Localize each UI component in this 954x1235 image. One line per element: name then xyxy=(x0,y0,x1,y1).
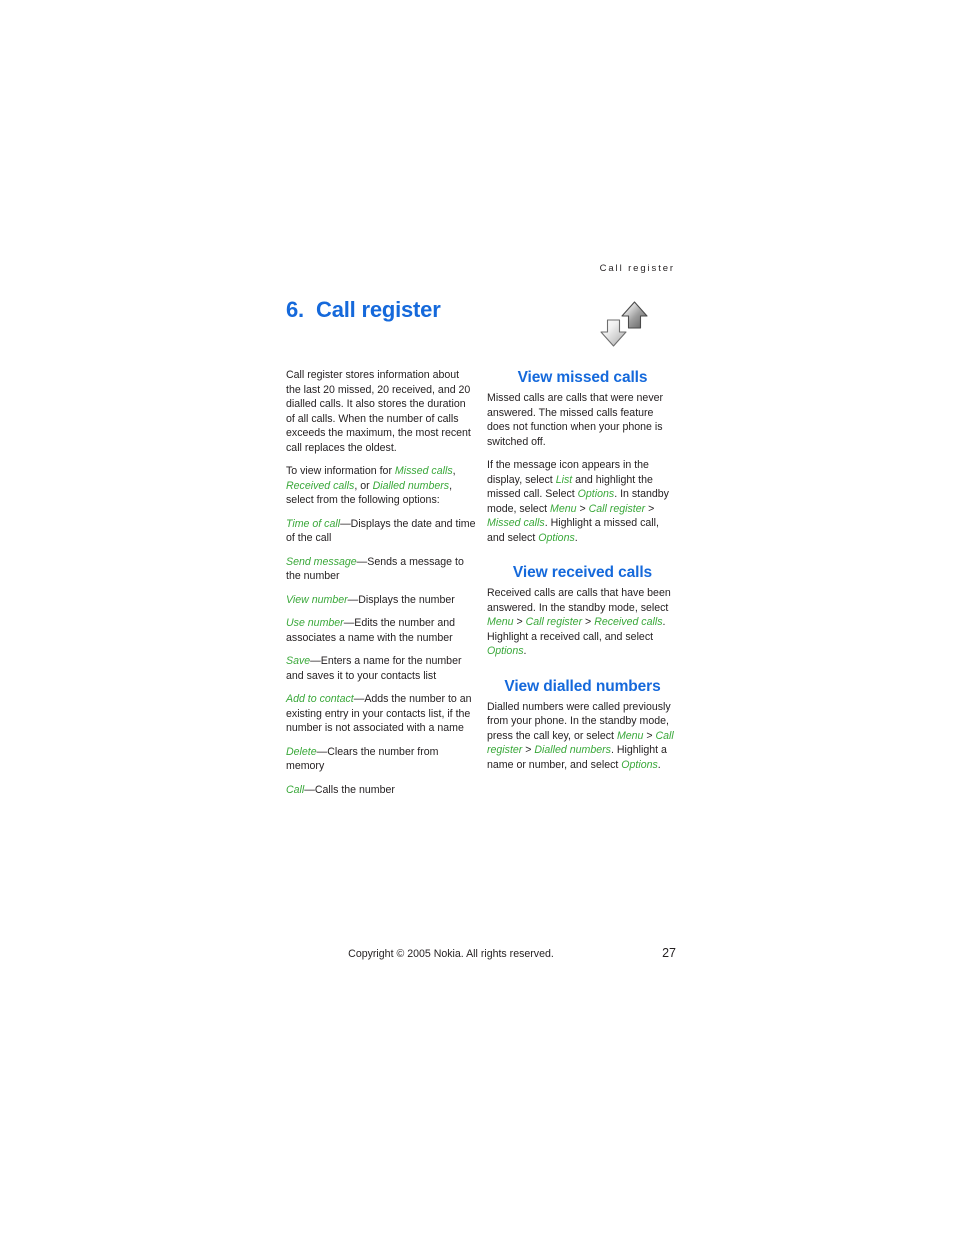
term-call-register: Call register xyxy=(588,502,646,515)
term-menu: Menu xyxy=(487,616,514,628)
text-run: . xyxy=(574,531,578,544)
option-desc: —Calls the number xyxy=(304,783,395,796)
text-run: Received calls are calls that have been … xyxy=(487,587,671,614)
section-heading-view-missed-calls: View missed calls xyxy=(517,369,648,386)
page-title: 6. Call register xyxy=(286,297,441,323)
view-info-lead: To view information for xyxy=(286,465,395,477)
received-paragraph: Received calls are calls that have been … xyxy=(487,586,678,659)
option-term: Time of call xyxy=(286,517,341,530)
term-call-register: Call register xyxy=(525,616,583,628)
term-options: Options xyxy=(621,758,658,771)
term-received-calls: Received calls xyxy=(594,616,663,628)
term-dialled-numbers: Dialled numbers xyxy=(534,744,611,756)
option-term: Delete xyxy=(286,745,317,758)
left-column: Call register stores information about t… xyxy=(286,368,476,806)
option-term: Save xyxy=(286,655,311,667)
view-info-paragraph: To view information for Missed calls, Re… xyxy=(286,464,476,508)
option-item: Add to contact—Adds the number to an exi… xyxy=(286,692,476,736)
missed-paragraph-1: Missed calls are calls that were never a… xyxy=(487,392,664,448)
sep-2: , or xyxy=(354,479,373,492)
option-term: Send message xyxy=(286,555,357,568)
section-heading-view-received-calls: View received calls xyxy=(512,564,653,581)
chapter-number: 6. xyxy=(286,297,304,322)
up-down-arrows-icon xyxy=(595,300,649,352)
option-item: Delete—Clears the number from memory xyxy=(286,745,476,774)
dialled-paragraph: Dialled numbers were called previously f… xyxy=(487,700,678,773)
breadcrumb-separator: > xyxy=(576,502,589,515)
text-run: . xyxy=(523,645,527,657)
option-term: View number xyxy=(286,593,348,606)
breadcrumb-separator: > xyxy=(513,616,526,628)
footer-copyright: Copyright © 2005 Nokia. All rights reser… xyxy=(348,948,554,960)
term-missed-calls: Missed calls xyxy=(487,517,545,529)
term-menu: Menu xyxy=(550,502,577,515)
option-term: Add to contact xyxy=(286,693,354,705)
right-column: View missed calls Missed calls are calls… xyxy=(487,368,678,781)
sep-1: , xyxy=(452,465,456,477)
term-menu: Menu xyxy=(616,729,644,742)
term-received-calls: Received calls xyxy=(286,479,355,492)
breadcrumb-separator: > xyxy=(643,729,656,742)
option-term: Use number xyxy=(286,617,344,629)
term-options: Options xyxy=(487,645,524,657)
term-options: Options xyxy=(577,488,615,500)
option-term: Call xyxy=(286,783,305,796)
running-header: Call register xyxy=(599,263,675,274)
missed-paragraph-2: If the message icon appears in the displ… xyxy=(487,458,678,545)
text-run: . xyxy=(657,758,661,771)
breadcrumb-separator: > xyxy=(582,616,595,628)
intro-paragraph: Call register stores information about t… xyxy=(286,369,471,454)
term-dialled-numbers: Dialled numbers xyxy=(372,479,450,492)
section-heading-view-dialled-numbers: View dialled numbers xyxy=(504,677,661,695)
option-item: Send message—Sends a message to the numb… xyxy=(286,555,476,584)
option-item: Save—Enters a name for the number and sa… xyxy=(286,654,476,683)
breadcrumb-separator: > xyxy=(645,502,655,515)
breadcrumb-separator: > xyxy=(522,744,535,756)
term-list: List xyxy=(555,473,573,486)
option-item: Use number—Edits the number and associat… xyxy=(286,616,476,645)
page-number: 27 xyxy=(662,946,676,960)
option-item: Time of call—Displays the date and time … xyxy=(286,517,476,546)
term-missed-calls: Missed calls xyxy=(394,465,453,477)
chapter-title-text: Call register xyxy=(316,297,441,322)
option-desc: —Displays the number xyxy=(347,593,455,606)
document-page: Call register 6. Call register Call regi… xyxy=(0,0,954,1235)
option-item: Call—Calls the number xyxy=(286,783,476,798)
option-desc: —Enters a name for the number and saves … xyxy=(286,655,462,682)
option-item: View number—Displays the number xyxy=(286,593,476,608)
term-options: Options xyxy=(538,531,575,544)
